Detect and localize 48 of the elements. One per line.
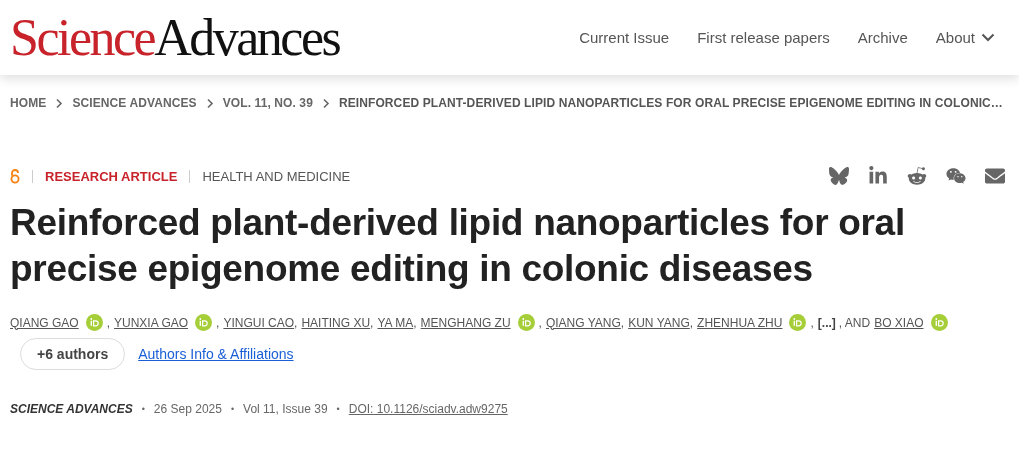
breadcrumb-link[interactable]: SCIENCE ADVANCES xyxy=(72,96,197,110)
linkedin-share-icon[interactable] xyxy=(868,166,888,186)
bullet-separator: • xyxy=(141,404,145,414)
issue-info: Vol 11, Issue 39 xyxy=(243,402,328,416)
separator-text: , xyxy=(689,315,694,330)
separator-text: , xyxy=(216,315,220,330)
nav-link[interactable]: Current Issue xyxy=(579,29,670,46)
author-link[interactable]: YUNXIA GAO xyxy=(114,315,189,330)
nav-link[interactable]: About xyxy=(935,29,995,46)
author-link[interactable]: HAITING XU xyxy=(301,315,371,330)
nav-link[interactable]: Archive xyxy=(857,29,908,46)
bluesky-share-icon[interactable] xyxy=(829,166,849,186)
separator-text: , xyxy=(106,315,111,330)
author-link[interactable]: KUN YANG xyxy=(628,315,690,330)
bullet-separator: • xyxy=(336,404,340,414)
subject-tag[interactable]: HEALTH AND MEDICINE xyxy=(202,168,351,184)
separator-text: , xyxy=(620,315,625,330)
nav-link[interactable]: First release papers xyxy=(697,29,830,46)
breadcrumb-link[interactable]: VOL. 11, NO. 39 xyxy=(222,96,313,110)
separator-text: , xyxy=(810,315,814,330)
author-link[interactable]: BO XIAO xyxy=(874,315,924,330)
breadcrumb-link[interactable]: HOME xyxy=(10,96,47,110)
separator-text: , AND xyxy=(838,315,871,330)
author-link[interactable]: QIANG GAO xyxy=(10,315,79,330)
author-link[interactable]: MENGHANG ZU xyxy=(420,315,511,330)
more-authors-link[interactable]: [...] xyxy=(817,315,836,330)
author-link[interactable]: ZHENHUA ZHU xyxy=(697,315,783,330)
separator-text: , xyxy=(370,315,374,330)
doi-link[interactable]: DOI: 10.1126/sciadv.adw9275 xyxy=(348,402,508,416)
chevron-icon xyxy=(321,97,330,109)
separator-text: , xyxy=(413,315,417,330)
email-share-icon[interactable] xyxy=(985,166,1005,186)
breadcrumb-link[interactable]: REINFORCED PLANT-DERIVED LIPID NANOPARTICLES FOR ORAL PRECISE EPIGENOME EDITING IN COLONIC… xyxy=(338,96,1003,110)
article-type[interactable]: RESEARCH ARTICLE xyxy=(45,168,178,184)
separator-text: , xyxy=(538,315,542,330)
chevron-icon xyxy=(55,97,64,109)
wechat-share-icon[interactable] xyxy=(946,166,966,186)
more-authors-button[interactable]: +6 authors xyxy=(20,338,126,370)
journal-logo[interactable]: ScienceAdvances xyxy=(10,11,340,64)
chevron-icon xyxy=(205,97,214,109)
author-link[interactable]: QIANG YANG xyxy=(545,315,621,330)
reddit-share-icon[interactable] xyxy=(907,166,927,186)
affiliations-link[interactable]: Authors Info & Affiliations xyxy=(138,346,294,362)
separator-text: , xyxy=(294,315,298,330)
journal-name: SCIENCE ADVANCES xyxy=(10,402,133,416)
bullet-separator: • xyxy=(230,404,235,414)
article-title: Reinforced plant-derived lipid nanoparticles for oral precise epigenome editing in colonic diseases xyxy=(10,201,906,291)
publication-date: 26 Sep 2025 xyxy=(153,402,222,416)
